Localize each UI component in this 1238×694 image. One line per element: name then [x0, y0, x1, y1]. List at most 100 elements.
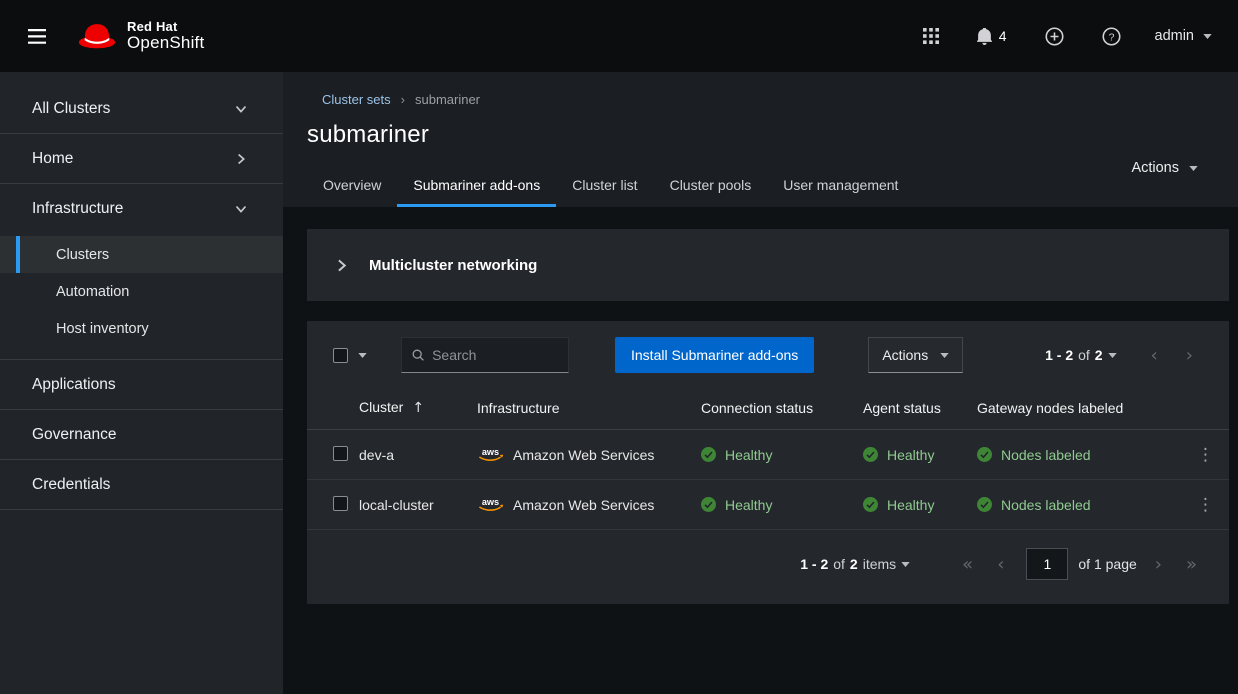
help-button[interactable]: ? — [1098, 23, 1125, 50]
tab-cluster-list[interactable]: Cluster list — [556, 167, 653, 207]
sidebar-item-clusters[interactable]: Clusters — [0, 236, 283, 273]
page-title: submariner — [307, 121, 1202, 149]
expand-toggle-button[interactable] — [331, 255, 352, 276]
next-page-button[interactable]: › — [1143, 552, 1174, 577]
svg-text:?: ? — [1108, 31, 1114, 43]
agent-status[interactable]: Healthy — [863, 447, 961, 463]
connection-status[interactable]: Healthy — [701, 497, 847, 513]
sidebar-item-automation[interactable]: Automation — [0, 273, 283, 310]
status-label: Healthy — [725, 497, 772, 513]
sidebar-item-governance[interactable]: Governance — [0, 410, 283, 460]
check-circle-icon — [863, 447, 878, 462]
caret-down-icon — [901, 562, 910, 567]
sidebar-item-label: Governance — [32, 426, 116, 444]
column-label: Gateway nodes labeled — [977, 400, 1123, 416]
column-label: Connection status — [701, 400, 813, 416]
tab-cluster-pools[interactable]: Cluster pools — [654, 167, 768, 207]
nav-toggle-button[interactable] — [16, 17, 58, 56]
select-all-checkbox[interactable] — [333, 348, 348, 363]
submariner-add-ons-table: Cluster↑ Infrastructure Connection statu… — [307, 387, 1229, 530]
table-actions-dropdown[interactable]: Actions — [868, 337, 963, 373]
notification-count: 4 — [999, 28, 1007, 44]
caret-down-icon — [1189, 166, 1198, 171]
pagination-range: 1 - 2 — [800, 556, 828, 572]
table-row: dev-a aws Amazon Web Services — [307, 430, 1229, 480]
bell-icon — [977, 28, 992, 45]
connection-status[interactable]: Healthy — [701, 447, 847, 463]
add-button[interactable] — [1041, 23, 1068, 50]
question-circle-icon: ? — [1102, 27, 1121, 46]
row-actions-kebab[interactable]: ⋮ — [1189, 443, 1222, 467]
status-label: Healthy — [887, 447, 934, 463]
sidebar-item-infrastructure[interactable]: Infrastructure — [0, 184, 283, 234]
install-submariner-button[interactable]: Install Submariner add-ons — [615, 337, 814, 373]
row-select-checkbox[interactable] — [333, 496, 348, 511]
column-header-infrastructure[interactable]: Infrastructure — [469, 387, 693, 430]
infrastructure-label: Amazon Web Services — [513, 447, 654, 463]
plus-circle-icon — [1045, 27, 1064, 46]
breadcrumb-divider-icon: › — [401, 92, 405, 107]
row-select-checkbox[interactable] — [333, 446, 348, 461]
sidebar-item-applications[interactable]: Applications — [0, 360, 283, 410]
page-actions-dropdown[interactable]: Actions — [1131, 160, 1198, 176]
page-content: Multicluster networking Install Subm — [283, 207, 1238, 694]
tab-overview[interactable]: Overview — [307, 167, 397, 207]
cluster-selector-dropdown[interactable]: All Clusters — [0, 84, 283, 134]
status-label: Nodes labeled — [1001, 497, 1091, 513]
multicluster-networking-card: Multicluster networking — [307, 229, 1229, 301]
hamburger-icon — [28, 29, 46, 44]
sidebar-item-host-inventory[interactable]: Host inventory — [0, 310, 283, 347]
prev-page-button[interactable]: ‹ — [985, 552, 1016, 577]
search-input[interactable] — [432, 347, 558, 363]
column-header-gateway-nodes[interactable]: Gateway nodes labeled — [969, 387, 1181, 430]
brand-openshift: OpenShift — [127, 34, 204, 52]
table-header-row: Cluster↑ Infrastructure Connection statu… — [307, 387, 1229, 430]
breadcrumb-link-cluster-sets[interactable]: Cluster sets — [322, 92, 391, 107]
column-label: Infrastructure — [477, 400, 559, 416]
agent-status[interactable]: Healthy — [863, 497, 961, 513]
row-actions-kebab[interactable]: ⋮ — [1189, 493, 1222, 517]
infrastructure-cell: aws Amazon Web Services — [477, 446, 685, 463]
pagination-of-label: of — [833, 556, 845, 572]
chevron-right-icon — [335, 259, 348, 272]
column-header-agent-status[interactable]: Agent status — [855, 387, 969, 430]
items-per-page-toggle[interactable]: 1 - 2 of 2 items — [800, 556, 910, 572]
infrastructure-subnav: Clusters Automation Host inventory — [0, 234, 283, 360]
top-pagination: 1 - 2 of 2 ‹ › — [1045, 343, 1205, 368]
chevron-right-icon — [235, 153, 247, 165]
column-header-connection-status[interactable]: Connection status — [693, 387, 855, 430]
tab-submariner-add-ons[interactable]: Submariner add-ons — [397, 167, 556, 207]
sidebar-item-label: Automation — [56, 284, 129, 300]
current-page-input[interactable] — [1026, 548, 1068, 580]
header-checkbox-cell — [307, 387, 351, 430]
pagination-total: 2 — [1095, 347, 1103, 363]
column-header-cluster[interactable]: Cluster↑ — [351, 387, 469, 430]
caret-down-icon — [1203, 34, 1212, 39]
last-page-button[interactable]: » — [1174, 552, 1209, 577]
redhat-fedora-icon — [78, 23, 116, 49]
sidebar-item-label: Home — [32, 150, 73, 168]
gateway-nodes-status[interactable]: Nodes labeled — [977, 447, 1173, 463]
chevron-down-icon — [235, 203, 247, 215]
masthead-toolbar: 4 ? admin — [919, 23, 1212, 50]
notifications-button[interactable]: 4 — [973, 24, 1011, 49]
app-launcher-button[interactable] — [919, 24, 943, 48]
column-label: Agent status — [863, 400, 941, 416]
caret-down-icon — [358, 353, 367, 358]
page-count-label: of 1 page — [1078, 556, 1136, 572]
gateway-nodes-status[interactable]: Nodes labeled — [977, 497, 1173, 513]
sidebar-item-credentials[interactable]: Credentials — [0, 460, 283, 510]
bulk-select-dropdown[interactable] — [333, 348, 367, 363]
brand-red-hat: Red Hat — [127, 20, 204, 34]
prev-page-button[interactable]: ‹ — [1139, 343, 1170, 368]
user-menu[interactable]: admin — [1155, 28, 1213, 44]
status-label: Healthy — [887, 497, 934, 513]
next-page-button[interactable]: › — [1174, 343, 1205, 368]
sidebar-item-label: Clusters — [56, 247, 109, 263]
pagination-menu-toggle[interactable]: 1 - 2 of 2 — [1045, 347, 1117, 363]
first-page-button[interactable]: « — [950, 552, 985, 577]
openshift-logo: Red Hat OpenShift — [78, 20, 204, 52]
tab-user-management[interactable]: User management — [767, 167, 914, 207]
bottom-pagination: 1 - 2 of 2 items « ‹ of 1 page › » — [307, 530, 1229, 604]
sidebar-item-home[interactable]: Home — [0, 134, 283, 184]
